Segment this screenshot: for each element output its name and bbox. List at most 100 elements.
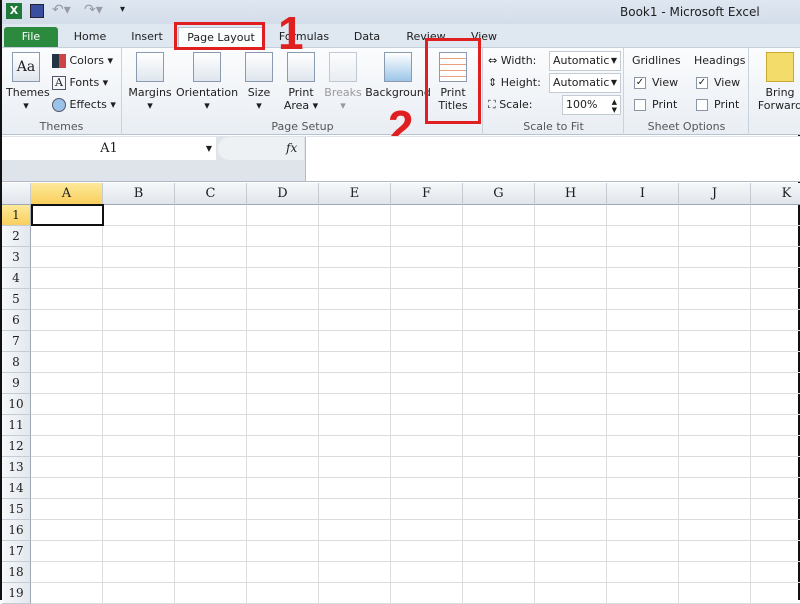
cell-K10[interactable] — [751, 394, 800, 415]
cell-E6[interactable] — [319, 310, 391, 331]
cell-H2[interactable] — [535, 226, 607, 247]
headings-print-checkbox[interactable]: Print — [696, 95, 739, 115]
cell-B6[interactable] — [103, 310, 175, 331]
cell-F11[interactable] — [391, 415, 463, 436]
cell-I13[interactable] — [607, 457, 679, 478]
cell-A8[interactable] — [31, 352, 103, 373]
themes-button[interactable]: Aa Themes ▾ — [6, 52, 50, 112]
row-header-12[interactable]: 12 — [2, 436, 31, 457]
formula-input[interactable] — [305, 137, 800, 181]
headings-view-checkbox[interactable]: ✓ View — [696, 73, 740, 93]
cell-E19[interactable] — [319, 583, 391, 604]
cell-B11[interactable] — [103, 415, 175, 436]
cell-D17[interactable] — [247, 541, 319, 562]
row-header-14[interactable]: 14 — [2, 478, 31, 499]
cell-A13[interactable] — [31, 457, 103, 478]
cell-B5[interactable] — [103, 289, 175, 310]
select-all-button[interactable] — [2, 183, 31, 205]
cell-F10[interactable] — [391, 394, 463, 415]
cell-D12[interactable] — [247, 436, 319, 457]
cell-A3[interactable] — [31, 247, 103, 268]
cell-D18[interactable] — [247, 562, 319, 583]
cell-G17[interactable] — [463, 541, 535, 562]
gridlines-print-checkbox[interactable]: Print — [634, 95, 677, 115]
scale-spinner[interactable]: 100% ▲ ▼ — [562, 95, 621, 115]
cell-A17[interactable] — [31, 541, 103, 562]
cell-E9[interactable] — [319, 373, 391, 394]
cell-B8[interactable] — [103, 352, 175, 373]
cell-H13[interactable] — [535, 457, 607, 478]
row-header-1[interactable]: 1 — [2, 205, 31, 226]
cell-F7[interactable] — [391, 331, 463, 352]
cell-B9[interactable] — [103, 373, 175, 394]
cell-J16[interactable] — [679, 520, 751, 541]
row-header-11[interactable]: 11 — [2, 415, 31, 436]
row-header-5[interactable]: 5 — [2, 289, 31, 310]
height-dropdown[interactable]: Automatic ▼ — [549, 73, 621, 93]
cell-D16[interactable] — [247, 520, 319, 541]
cell-G10[interactable] — [463, 394, 535, 415]
cell-G19[interactable] — [463, 583, 535, 604]
cell-A12[interactable] — [31, 436, 103, 457]
cell-H4[interactable] — [535, 268, 607, 289]
row-header-15[interactable]: 15 — [2, 499, 31, 520]
cell-D13[interactable] — [247, 457, 319, 478]
cell-C5[interactable] — [175, 289, 247, 310]
cell-I1[interactable] — [607, 205, 679, 226]
cell-D2[interactable] — [247, 226, 319, 247]
cell-I16[interactable] — [607, 520, 679, 541]
cell-J3[interactable] — [679, 247, 751, 268]
cell-A11[interactable] — [31, 415, 103, 436]
cell-E15[interactable] — [319, 499, 391, 520]
cell-J1[interactable] — [679, 205, 751, 226]
cell-E7[interactable] — [319, 331, 391, 352]
cell-B13[interactable] — [103, 457, 175, 478]
cell-F8[interactable] — [391, 352, 463, 373]
cell-G3[interactable] — [463, 247, 535, 268]
cell-H11[interactable] — [535, 415, 607, 436]
orientation-button[interactable]: Orientation ▾ — [175, 52, 239, 112]
cell-C12[interactable] — [175, 436, 247, 457]
cell-G15[interactable] — [463, 499, 535, 520]
cell-K15[interactable] — [751, 499, 800, 520]
tab-insert[interactable]: Insert — [122, 27, 172, 48]
row-header-19[interactable]: 19 — [2, 583, 31, 604]
cell-C14[interactable] — [175, 478, 247, 499]
cell-D11[interactable] — [247, 415, 319, 436]
column-header-H[interactable]: H — [535, 183, 607, 205]
cell-D19[interactable] — [247, 583, 319, 604]
cell-B7[interactable] — [103, 331, 175, 352]
width-dropdown[interactable]: Automatic ▼ — [549, 51, 621, 71]
breaks-button[interactable]: Breaks ▾ — [323, 52, 363, 112]
cell-A4[interactable] — [31, 268, 103, 289]
column-header-B[interactable]: B — [103, 183, 175, 205]
row-header-2[interactable]: 2 — [2, 226, 31, 247]
cell-J11[interactable] — [679, 415, 751, 436]
cell-A19[interactable] — [31, 583, 103, 604]
cell-H1[interactable] — [535, 205, 607, 226]
cell-E11[interactable] — [319, 415, 391, 436]
column-header-C[interactable]: C — [175, 183, 247, 205]
cell-C9[interactable] — [175, 373, 247, 394]
cell-F5[interactable] — [391, 289, 463, 310]
cell-J10[interactable] — [679, 394, 751, 415]
cell-H19[interactable] — [535, 583, 607, 604]
cell-F3[interactable] — [391, 247, 463, 268]
cell-F9[interactable] — [391, 373, 463, 394]
column-header-G[interactable]: G — [463, 183, 535, 205]
cell-F18[interactable] — [391, 562, 463, 583]
cell-D4[interactable] — [247, 268, 319, 289]
cell-K5[interactable] — [751, 289, 800, 310]
row-header-17[interactable]: 17 — [2, 541, 31, 562]
column-header-K[interactable]: K — [751, 183, 800, 205]
column-header-F[interactable]: F — [391, 183, 463, 205]
cell-B1[interactable] — [103, 205, 175, 226]
cell-K16[interactable] — [751, 520, 800, 541]
cell-E1[interactable] — [319, 205, 391, 226]
column-header-J[interactable]: J — [679, 183, 751, 205]
column-header-D[interactable]: D — [247, 183, 319, 205]
cell-I3[interactable] — [607, 247, 679, 268]
cell-C11[interactable] — [175, 415, 247, 436]
cell-E8[interactable] — [319, 352, 391, 373]
cell-K7[interactable] — [751, 331, 800, 352]
